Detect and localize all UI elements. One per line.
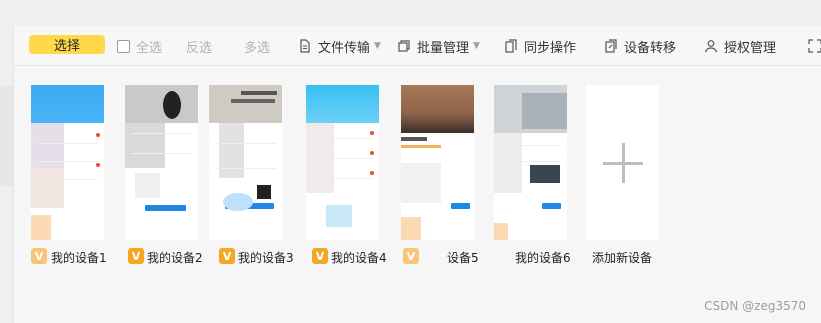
toolbar: 选择 全选 反选 多选 文件传输 ▼ 批量管理 ▼ 同步操作 设备转移 授权管理 xyxy=(14,26,821,66)
device-list: V 我的设备1 V 我的设备2 V 我的设备3 V 我的设备4 V 设备5 我的… xyxy=(14,85,821,265)
batch-manage-menu[interactable]: 批量管理 ▼ xyxy=(397,26,480,66)
left-edge xyxy=(0,86,13,186)
device-screen-header xyxy=(401,85,474,133)
plus-icon xyxy=(602,142,643,183)
transfer-button[interactable]: 设备转移 xyxy=(604,26,676,66)
file-icon xyxy=(300,39,310,53)
auth-button[interactable]: 授权管理 xyxy=(704,26,776,66)
select-all-checkbox[interactable] xyxy=(117,39,130,53)
sync-icon xyxy=(505,39,517,53)
vip-badge: V xyxy=(219,248,235,264)
multi-select-label: 多选 xyxy=(244,40,271,56)
vip-badge: V xyxy=(403,248,419,264)
user-icon xyxy=(704,40,718,53)
device-screen xyxy=(306,123,379,240)
chevron-down-icon: ▼ xyxy=(473,41,480,51)
device-name: 我的设备4 xyxy=(331,251,387,265)
layers-icon xyxy=(398,40,410,52)
vip-badge: V xyxy=(128,248,144,264)
invert-button[interactable]: 反选 xyxy=(186,26,212,66)
select-all-label: 全选 xyxy=(136,40,163,56)
device-screen xyxy=(125,123,198,240)
device-card[interactable] xyxy=(209,85,282,240)
select-button[interactable]: 选择 xyxy=(29,35,105,54)
device-name: 我的设备6 xyxy=(515,251,571,265)
device-screen-header xyxy=(306,85,379,123)
device-card[interactable] xyxy=(31,85,104,240)
device-panel: 选择 全选 反选 多选 文件传输 ▼ 批量管理 ▼ 同步操作 设备转移 授权管理… xyxy=(13,26,821,323)
file-transfer-label: 文件传输 xyxy=(318,40,371,56)
device-screen-header xyxy=(125,85,198,123)
device-name: 我的设备2 xyxy=(147,251,203,265)
fullscreen-button[interactable] xyxy=(808,26,821,66)
transfer-label: 设备转移 xyxy=(624,40,677,56)
sync-label: 同步操作 xyxy=(524,40,577,56)
device-screen-header xyxy=(494,85,567,133)
sync-button[interactable]: 同步操作 xyxy=(504,26,576,66)
device-name: 我的设备3 xyxy=(238,251,294,265)
invert-label: 反选 xyxy=(186,40,213,56)
watermark: CSDN @zeg3570 xyxy=(704,299,806,313)
device-name: 设备5 xyxy=(447,251,479,265)
add-device-card[interactable] xyxy=(586,85,659,240)
device-card[interactable] xyxy=(401,85,474,240)
vip-badge: V xyxy=(312,248,328,264)
batch-manage-label: 批量管理 xyxy=(417,40,470,56)
device-card[interactable] xyxy=(125,85,198,240)
multi-select-button[interactable]: 多选 xyxy=(244,26,270,66)
device-name: 我的设备1 xyxy=(51,251,107,265)
device-screen-header xyxy=(209,85,282,123)
device-screen-header xyxy=(31,85,104,123)
file-transfer-menu[interactable]: 文件传输 ▼ xyxy=(298,26,381,66)
device-screen xyxy=(209,123,282,240)
app-root: 选择 全选 反选 多选 文件传输 ▼ 批量管理 ▼ 同步操作 设备转移 授权管理… xyxy=(0,0,821,323)
add-device-label: 添加新设备 xyxy=(592,251,653,265)
expand-icon xyxy=(808,39,821,53)
auth-label: 授权管理 xyxy=(724,40,777,56)
select-all-toggle[interactable]: 全选 xyxy=(117,26,162,66)
vip-badge: V xyxy=(31,248,47,264)
device-card[interactable] xyxy=(494,85,567,240)
device-card[interactable] xyxy=(306,85,379,240)
chevron-down-icon: ▼ xyxy=(374,41,381,51)
transfer-icon xyxy=(605,39,617,53)
